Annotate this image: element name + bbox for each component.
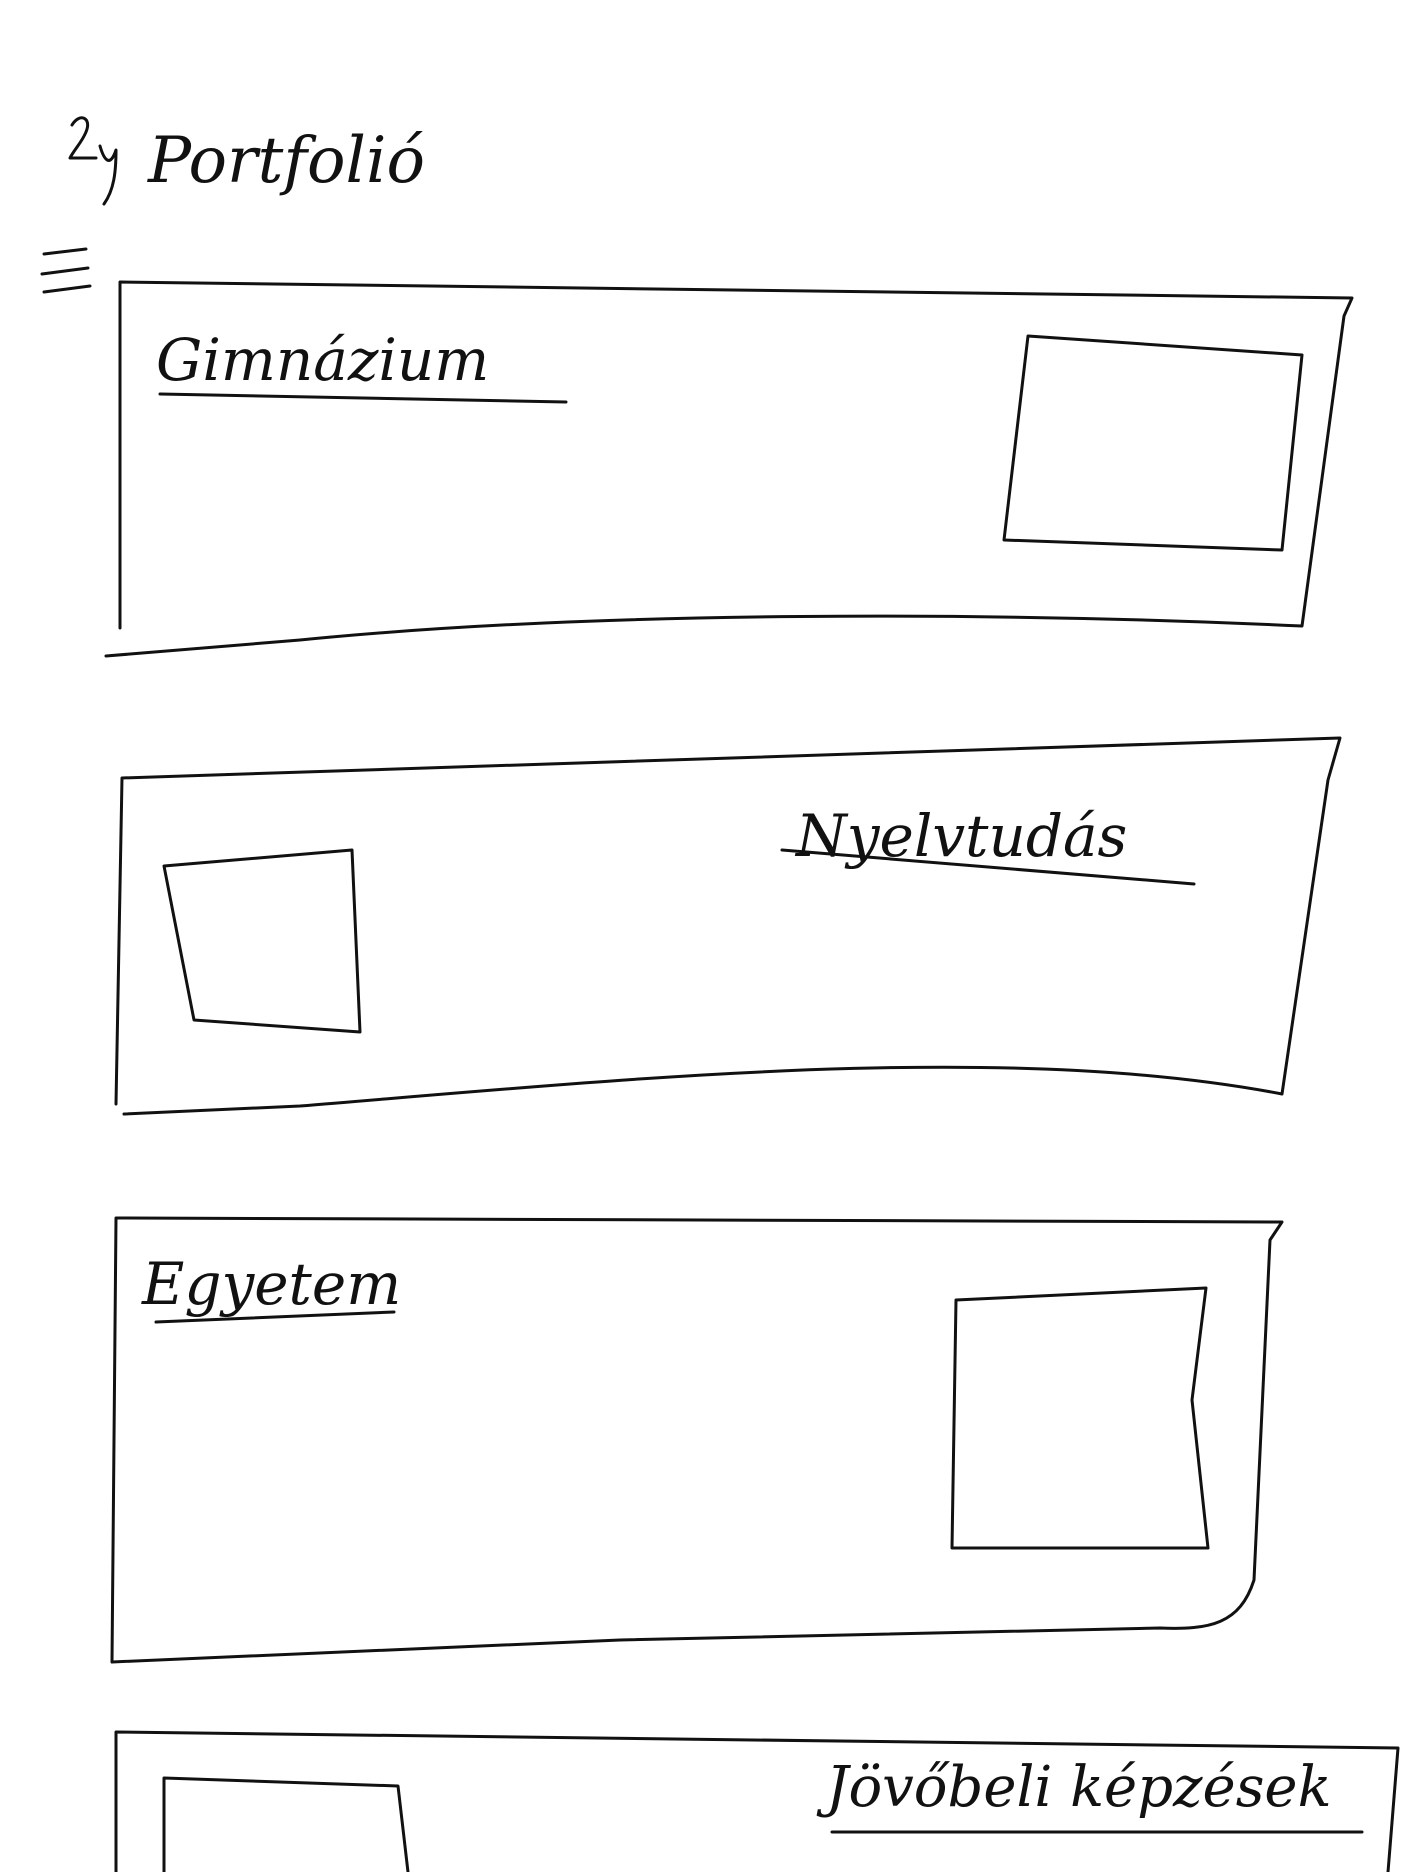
image-placeholder-icon <box>162 848 362 1034</box>
section-title: Gimnázium <box>156 326 489 394</box>
section-card-nyelvtudas[interactable]: Nyelvtudás <box>114 736 1342 1116</box>
section-card-gimnazium[interactable]: Gimnázium <box>104 280 1354 658</box>
header: Portfolió <box>68 116 425 206</box>
section-card-jovobeli-kepzesek[interactable]: Jövőbeli képzések <box>114 1730 1400 1872</box>
section-title: Egyetem <box>141 1250 401 1318</box>
section-title: Jövőbeli képzések <box>816 1755 1332 1820</box>
section-title: Nyelvtudás <box>794 802 1127 870</box>
logo-mark-icon <box>68 116 118 206</box>
card-border <box>114 736 1342 1116</box>
section-card-egyetem[interactable]: Egyetem <box>110 1216 1284 1664</box>
wireframe-sketch: Portfolió Gimnázium Nyelvtudás Egyetem J… <box>40 116 1400 1872</box>
image-placeholder-icon <box>162 1776 410 1872</box>
image-placeholder-icon <box>1002 334 1304 552</box>
image-placeholder-icon <box>950 1286 1210 1550</box>
page-title: Portfolió <box>147 124 425 198</box>
title-underline <box>158 392 568 404</box>
hamburger-menu-icon[interactable] <box>40 247 92 294</box>
